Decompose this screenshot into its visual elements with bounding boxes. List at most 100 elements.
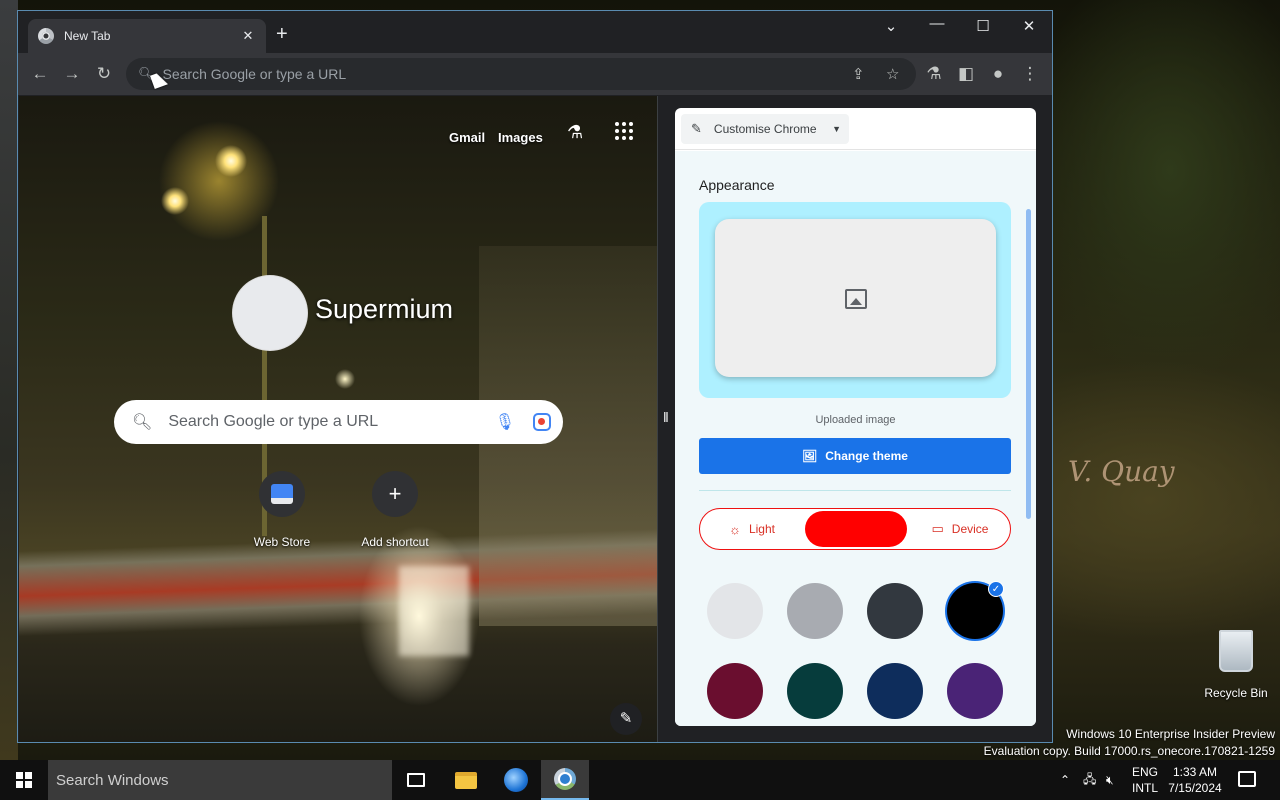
- tab-strip: New Tab ✕ + ⌄ — ☐ ✕: [18, 11, 1052, 53]
- shortcut-add[interactable]: + Add shortcut: [347, 471, 443, 549]
- logo-text: Supermium: [315, 294, 454, 324]
- taskbar: Search Windows ⌃ 🖧︎ 🔇︎ ENG INTL 1:33 AM …: [0, 760, 1280, 800]
- sun-icon: ☼: [729, 521, 741, 537]
- color-swatch[interactable]: [787, 583, 843, 639]
- lang-line-2: INTL: [1132, 781, 1159, 795]
- color-swatch[interactable]: [707, 663, 763, 719]
- labs-icon[interactable]: ⚗: [924, 64, 944, 84]
- mode-light-button[interactable]: ☼ Light: [700, 509, 804, 549]
- mode-device-button[interactable]: ▭ Device: [908, 509, 1012, 549]
- windows-logo-icon: [16, 772, 32, 788]
- minimize-icon[interactable]: —: [925, 15, 949, 32]
- new-tab-plus-icon[interactable]: +: [276, 24, 288, 44]
- shortcut-label: Add shortcut: [361, 535, 429, 549]
- bookmark-star-icon[interactable]: ☆: [886, 65, 899, 83]
- appearance-heading: Appearance: [699, 177, 775, 193]
- images-link[interactable]: Images: [498, 130, 543, 145]
- mode-light-label: Light: [748, 522, 775, 536]
- panel-selector-dropdown[interactable]: ✎ Customise Chrome ▼: [681, 114, 849, 144]
- theme-caption: Uploaded image: [815, 414, 896, 426]
- address-bar[interactable]: 🔍︎ Search Google or type a URL ⇪ ☆: [126, 58, 916, 90]
- shortcut-web-store[interactable]: Web Store: [234, 471, 330, 549]
- laptop-icon: ▭: [931, 521, 944, 536]
- input-language[interactable]: ENG INTL: [1132, 764, 1158, 796]
- maximize-icon[interactable]: ☐: [971, 17, 995, 35]
- labs-flask-icon[interactable]: ⚗: [567, 122, 583, 143]
- plus-icon[interactable]: +: [372, 471, 418, 517]
- close-tab-icon[interactable]: ✕: [240, 28, 256, 44]
- clock[interactable]: 1:33 AM 7/15/2024: [1165, 764, 1225, 796]
- customize-side-panel: ✎ Customise Chrome ▼ Appearance Uploaded…: [675, 108, 1036, 726]
- watermark-line-2: Evaluation copy. Build 17000.rs_onecore.…: [983, 744, 1275, 758]
- panel-header: ✎ Customise Chrome ▼: [675, 108, 1036, 150]
- desktop-icons-strip: [0, 0, 18, 760]
- clock-date: 7/15/2024: [1168, 781, 1222, 795]
- toolbar: ← → ↻ 🔍︎ Search Google or type a URL ⇪ ☆…: [18, 53, 1052, 95]
- ntp-search-box[interactable]: 🔍︎ Search Google or type a URL 🎙︎: [114, 400, 563, 444]
- lang-line-1: ENG: [1132, 765, 1159, 779]
- panel-selector-label: Customise Chrome: [713, 122, 817, 136]
- recycle-bin[interactable]: Recycle Bin: [1200, 630, 1272, 700]
- notification-center-icon[interactable]: [1238, 771, 1256, 787]
- gmail-link[interactable]: Gmail: [449, 130, 485, 145]
- dropdown-arrow-icon: ▼: [832, 124, 841, 134]
- change-theme-label: Change theme: [825, 449, 908, 463]
- task-view-button[interactable]: [392, 760, 440, 800]
- recycle-bin-icon[interactable]: [1219, 630, 1253, 672]
- web-store-icon[interactable]: [259, 471, 305, 517]
- taskbar-search-box[interactable]: Search Windows: [48, 760, 392, 800]
- menu-kebab-icon[interactable]: ⋮: [1020, 64, 1040, 84]
- mode-device-label: Device: [951, 522, 989, 536]
- forward-icon[interactable]: →: [62, 64, 82, 84]
- theme-preview: [699, 202, 1011, 398]
- side-panel-icon[interactable]: ◧: [956, 64, 976, 84]
- tab-title: New Tab: [64, 29, 111, 43]
- mode-dark-button[interactable]: [805, 511, 907, 547]
- microphone-icon[interactable]: 🎙︎: [495, 412, 515, 432]
- theme-preview-card: [715, 219, 996, 377]
- resize-handle-icon[interactable]: ‖: [663, 409, 669, 425]
- supermium-icon: [554, 768, 576, 790]
- color-swatch[interactable]: [707, 583, 763, 639]
- browser-window: New Tab ✕ + ⌄ — ☐ ✕ ← → ↻ 🔍︎ Search Goog…: [17, 10, 1053, 743]
- customize-pencil-icon[interactable]: ✎: [610, 703, 642, 735]
- tab-new-tab[interactable]: New Tab ✕: [28, 19, 266, 53]
- new-tab-page: Gmail Images ⚗ Supermium 🔍︎ Search Googl…: [19, 96, 657, 742]
- firefox-button[interactable]: [492, 760, 540, 800]
- show-hidden-icons-chevron-icon[interactable]: ⌃: [1060, 760, 1070, 800]
- panel-scrollbar[interactable]: [1026, 209, 1031, 519]
- change-theme-button[interactable]: 🖼︎ Change theme: [699, 438, 1011, 474]
- profile-avatar-icon[interactable]: ●: [988, 64, 1008, 84]
- volume-muted-icon[interactable]: 🔇︎: [1106, 760, 1114, 800]
- file-explorer-button[interactable]: [442, 760, 490, 800]
- panel-body: Appearance Uploaded image 🖼︎ Change them…: [675, 151, 1036, 726]
- logo-circle: [233, 276, 307, 350]
- wallpaper-lights: [399, 566, 469, 656]
- reload-icon[interactable]: ↻: [94, 64, 114, 84]
- folder-icon: [455, 771, 477, 789]
- network-icon[interactable]: 🖧︎: [1083, 760, 1096, 800]
- wallpaper-shop-sign: V. Quay: [1068, 455, 1175, 488]
- address-bar-placeholder: Search Google or type a URL: [162, 66, 347, 82]
- close-window-icon[interactable]: ✕: [1017, 17, 1041, 35]
- firefox-icon: [504, 768, 528, 792]
- share-icon[interactable]: ⇪: [852, 65, 865, 83]
- pencil-icon: ✎: [691, 121, 702, 136]
- ntp-search-placeholder: Search Google or type a URL: [168, 413, 379, 430]
- google-lens-icon[interactable]: [533, 413, 551, 431]
- tab-search-chevron-icon[interactable]: ⌄: [879, 17, 903, 35]
- panel-divider: [657, 96, 658, 742]
- color-mode-toggle: ☼ Light ▭ Device: [699, 508, 1011, 550]
- task-view-icon: [407, 773, 425, 787]
- color-swatch[interactable]: [867, 583, 923, 639]
- color-swatch[interactable]: [867, 663, 923, 719]
- start-button[interactable]: [0, 760, 48, 800]
- chrome-favicon-icon: [38, 28, 54, 44]
- google-apps-icon[interactable]: [615, 122, 633, 140]
- color-swatch[interactable]: [947, 663, 1003, 719]
- back-icon[interactable]: ←: [30, 64, 50, 84]
- color-swatch[interactable]: [787, 663, 843, 719]
- recycle-bin-label: Recycle Bin: [1204, 686, 1268, 700]
- browser-taskbar-button[interactable]: [541, 760, 589, 800]
- clock-time: 1:33 AM: [1172, 765, 1218, 779]
